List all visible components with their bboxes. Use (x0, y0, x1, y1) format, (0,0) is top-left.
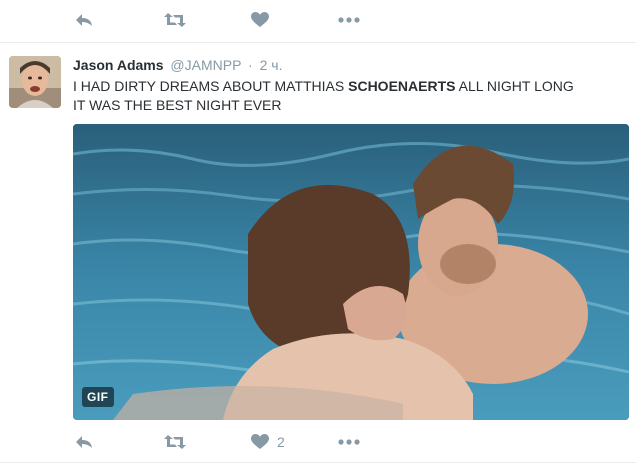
reply-button[interactable] (74, 12, 94, 28)
retweet-button[interactable] (163, 12, 187, 28)
retweet-icon (164, 13, 186, 27)
tweet-divider (0, 462, 636, 468)
retweet-button[interactable] (163, 434, 187, 450)
tweet-text: I HAD DIRTY DREAMS ABOUT MATTHIAS SCHOEN… (73, 77, 625, 115)
tweet-text-line1-pre: I HAD DIRTY DREAMS ABOUT MATTHIAS (73, 78, 349, 94)
reply-icon (76, 14, 92, 26)
reply-icon (76, 436, 92, 448)
more-dots-icon (338, 17, 360, 23)
heart-icon (251, 434, 269, 449)
tweet-actions: 2 (0, 422, 636, 462)
tweet-header: Jason Adams @JAMNPP · 2 ч. (73, 56, 282, 74)
like-count: 2 (277, 434, 285, 450)
more-button[interactable] (338, 435, 360, 449)
more-button[interactable] (338, 13, 360, 27)
tweet-text-line1-post: ALL NIGHT LONG (455, 78, 574, 94)
previous-tweet-actions (0, 0, 636, 43)
heart-icon (251, 12, 269, 27)
tweet: Jason Adams @JAMNPP · 2 ч. I HAD DIRTY D… (0, 44, 636, 467)
reply-button[interactable] (74, 434, 94, 450)
like-button[interactable] (251, 12, 269, 28)
gif-image (73, 124, 629, 420)
tweet-text-bold: SCHOENAERTS (348, 78, 456, 94)
retweet-icon (164, 435, 186, 449)
more-dots-icon (338, 439, 360, 445)
author-name[interactable]: Jason Adams (73, 57, 164, 73)
like-button[interactable]: 2 (251, 434, 285, 450)
author-username[interactable]: @JAMNPP (170, 57, 241, 73)
avatar[interactable] (9, 56, 61, 108)
tweet-media-gif[interactable]: GIF (73, 124, 629, 420)
tweet-timestamp[interactable]: 2 ч. (260, 57, 283, 73)
avatar-image (9, 56, 61, 108)
gif-badge: GIF (82, 387, 114, 407)
tweet-text-line2: IT WAS THE BEST NIGHT EVER (73, 97, 282, 113)
header-separator: · (248, 57, 253, 73)
